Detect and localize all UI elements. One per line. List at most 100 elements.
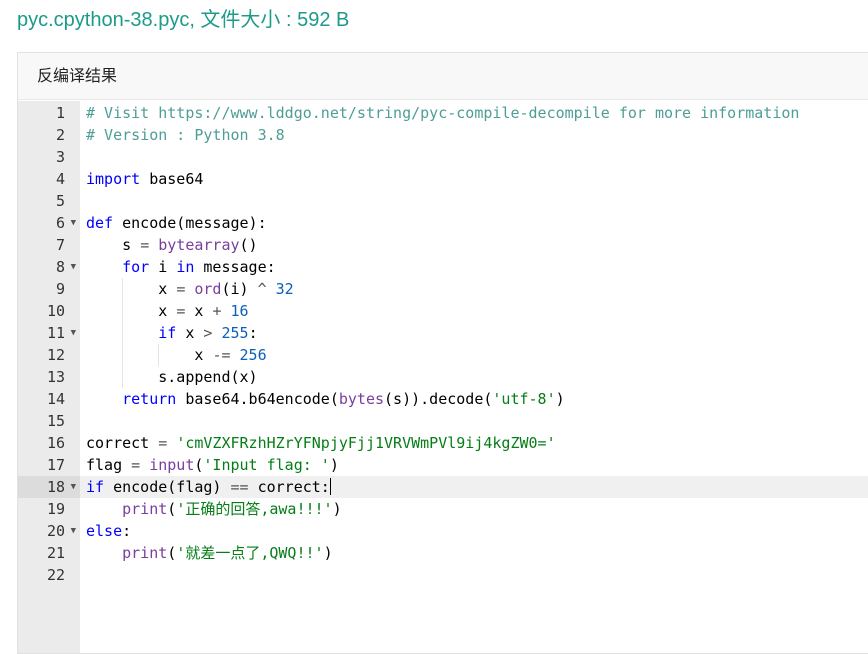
line-number: 8: [55, 258, 65, 276]
code-line[interactable]: 3: [18, 146, 868, 168]
line-number: 20: [46, 522, 65, 540]
code-text[interactable]: print('就差一点了,QWQ!!'): [80, 542, 868, 564]
line-number: 10: [46, 302, 65, 320]
line-number-cell: 20 ▼: [18, 520, 80, 542]
code-text[interactable]: import base64: [80, 168, 868, 190]
line-number-cell: 17: [18, 454, 80, 476]
file-info-title: pyc.cpython-38.pyc, 文件大小 : 592 B: [17, 9, 350, 31]
code-line[interactable]: 12 x -= 256: [18, 344, 868, 366]
line-number: 1: [55, 104, 65, 122]
line-number-cell: 2: [18, 124, 80, 146]
code-line[interactable]: 19 print('正确的回答,awa!!!'): [18, 498, 868, 520]
line-number-cell: 9: [18, 278, 80, 300]
indent-guide: [158, 344, 160, 366]
code-text[interactable]: return base64.b64encode(bytes(s)).decode…: [80, 388, 868, 410]
line-number-cell: 12: [18, 344, 80, 366]
code-line[interactable]: 8 ▼ for i in message:: [18, 256, 868, 278]
code-text[interactable]: for i in message:: [80, 256, 868, 278]
code-editor[interactable]: 1 # Visit https://www.lddgo.net/string/py…: [18, 101, 868, 653]
code-line[interactable]: 13 s.append(x): [18, 366, 868, 388]
code-line[interactable]: 10 x = x + 16: [18, 300, 868, 322]
line-number-cell: 10: [18, 300, 80, 322]
line-number: 2: [55, 126, 65, 144]
line-number: 9: [55, 280, 65, 298]
line-number-cell: 13: [18, 366, 80, 388]
line-number-cell: 1: [18, 102, 80, 124]
code-text[interactable]: x -= 256: [80, 344, 868, 366]
line-number: 15: [46, 412, 65, 430]
code-line[interactable]: 15: [18, 410, 868, 432]
indent-guide: [122, 322, 124, 344]
code-text[interactable]: # Visit https://www.lddgo.net/string/pyc…: [80, 102, 868, 124]
code-line[interactable]: 17 flag = input('Input flag: '): [18, 454, 868, 476]
fold-arrow-icon[interactable]: ▼: [71, 212, 76, 234]
line-number-cell: 4: [18, 168, 80, 190]
line-number: 5: [55, 192, 65, 210]
line-number-cell: 18 ▼: [18, 476, 80, 498]
code-line[interactable]: 6 ▼ def encode(message):: [18, 212, 868, 234]
code-line[interactable]: 11 ▼ if x > 255:: [18, 322, 868, 344]
code-text[interactable]: [80, 190, 868, 212]
line-number: 13: [46, 368, 65, 386]
line-number: 17: [46, 456, 65, 474]
line-number-cell: 8 ▼: [18, 256, 80, 278]
line-number: 21: [46, 544, 65, 562]
code-text[interactable]: x = ord(i) ^ 32: [80, 278, 868, 300]
line-number-cell: 14: [18, 388, 80, 410]
code-line[interactable]: 21 print('就差一点了,QWQ!!'): [18, 542, 868, 564]
line-number: 3: [55, 148, 65, 166]
code-line[interactable]: 18 ▼ if encode(flag) == correct:: [18, 476, 868, 498]
code-text[interactable]: s.append(x): [80, 366, 868, 388]
code-line[interactable]: 4 import base64: [18, 168, 868, 190]
line-number-cell: 7: [18, 234, 80, 256]
code-line[interactable]: 7 s = bytearray(): [18, 234, 868, 256]
line-number-cell: 6 ▼: [18, 212, 80, 234]
code-text[interactable]: def encode(message):: [80, 212, 868, 234]
code-line[interactable]: 2 # Version : Python 3.8: [18, 124, 868, 146]
indent-guide: [122, 344, 124, 366]
code-text[interactable]: x = x + 16: [80, 300, 868, 322]
decompile-result-panel: 反编译结果 1 # Visit https://www.lddgo.net/str…: [17, 52, 868, 654]
line-number: 12: [46, 346, 65, 364]
line-number-cell: 11 ▼: [18, 322, 80, 344]
text-cursor: [329, 478, 331, 495]
code-text[interactable]: [80, 410, 868, 432]
indent-guide: [122, 366, 124, 388]
line-number-cell: 19: [18, 498, 80, 520]
code-line[interactable]: 20 ▼ else:: [18, 520, 868, 542]
line-number: 14: [46, 390, 65, 408]
line-number-cell: 15: [18, 410, 80, 432]
code-text[interactable]: [80, 146, 868, 168]
code-text[interactable]: correct = 'cmVZXFRzhHZrYFNpjyFjj1VRVWmPV…: [80, 432, 868, 454]
code-line[interactable]: 1 # Visit https://www.lddgo.net/string/py…: [18, 102, 868, 124]
code-text[interactable]: if x > 255:: [80, 322, 868, 344]
line-number: 19: [46, 500, 65, 518]
line-number-cell: 16: [18, 432, 80, 454]
line-number: 6: [55, 214, 65, 232]
fold-arrow-icon[interactable]: ▼: [71, 476, 76, 498]
code-text[interactable]: s = bytearray(): [80, 234, 868, 256]
fold-arrow-icon[interactable]: ▼: [71, 256, 76, 278]
code-text[interactable]: if encode(flag) == correct:: [80, 476, 868, 498]
code-line[interactable]: 9 x = ord(i) ^ 32: [18, 278, 868, 300]
line-number-cell: 22: [18, 564, 80, 586]
line-number: 22: [46, 566, 65, 584]
line-number: 7: [55, 236, 65, 254]
code-text[interactable]: else:: [80, 520, 868, 542]
code-line[interactable]: 14 return base64.b64encode(bytes(s)).dec…: [18, 388, 868, 410]
indent-guide: [122, 278, 124, 300]
line-number: 4: [55, 170, 65, 188]
code-text[interactable]: flag = input('Input flag: '): [80, 454, 868, 476]
fold-arrow-icon[interactable]: ▼: [71, 520, 76, 542]
code-text[interactable]: print('正确的回答,awa!!!'): [80, 498, 868, 520]
line-number-cell: 21: [18, 542, 80, 564]
line-number-cell: 3: [18, 146, 80, 168]
line-number: 18: [46, 478, 65, 496]
code-line[interactable]: 5: [18, 190, 868, 212]
code-text[interactable]: [80, 564, 868, 586]
code-text[interactable]: # Version : Python 3.8: [80, 124, 868, 146]
line-number: 16: [46, 434, 65, 452]
code-line[interactable]: 16 correct = 'cmVZXFRzhHZrYFNpjyFjj1VRVWm…: [18, 432, 868, 454]
code-line[interactable]: 22: [18, 564, 868, 586]
fold-arrow-icon[interactable]: ▼: [71, 322, 76, 344]
